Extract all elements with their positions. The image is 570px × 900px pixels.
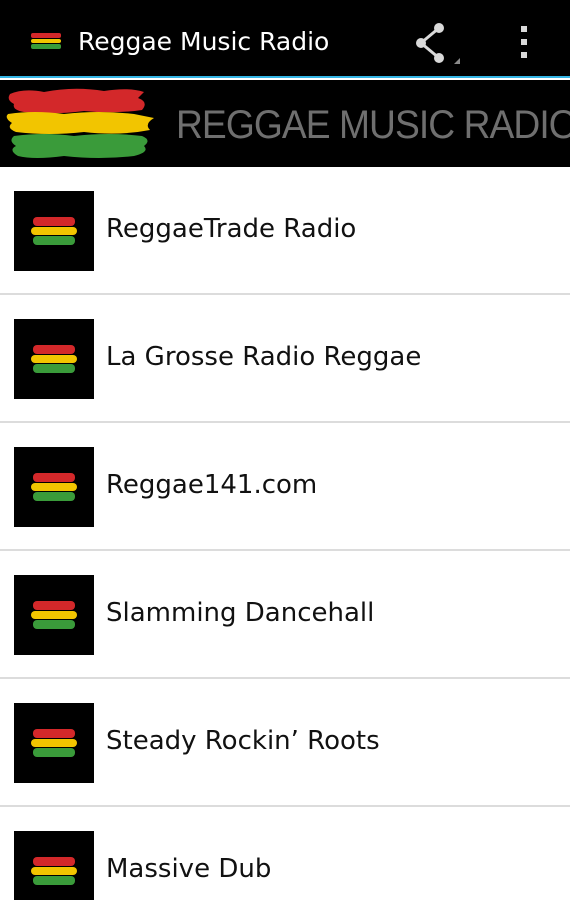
overflow-menu-button[interactable] bbox=[506, 18, 546, 70]
station-name: Steady Rockin’ Roots bbox=[106, 726, 380, 756]
app-title: Reggae Music Radio bbox=[78, 27, 330, 56]
list-item[interactable]: La Grosse Radio Reggae bbox=[0, 295, 570, 423]
list-item[interactable]: ReggaeTrade Radio bbox=[0, 167, 570, 295]
banner-title: REGGAE MUSIC RADIO bbox=[176, 103, 570, 147]
rasta-flag-icon bbox=[31, 729, 77, 757]
list-item[interactable]: Slamming Dancehall bbox=[0, 551, 570, 679]
overflow-menu-icon bbox=[521, 26, 527, 58]
rasta-flag-icon bbox=[31, 473, 77, 501]
station-thumbnail bbox=[14, 447, 94, 527]
station-name: Massive Dub bbox=[106, 854, 272, 884]
share-button[interactable] bbox=[408, 18, 464, 70]
rasta-flag-brush-icon bbox=[6, 88, 154, 158]
station-name: Slamming Dancehall bbox=[106, 598, 375, 628]
list-item[interactable]: Steady Rockin’ Roots bbox=[0, 679, 570, 807]
share-icon bbox=[416, 23, 460, 64]
station-name: ReggaeTrade Radio bbox=[106, 214, 357, 244]
station-thumbnail bbox=[14, 319, 94, 399]
list-item[interactable]: Reggae141.com bbox=[0, 423, 570, 551]
rasta-flag-icon bbox=[31, 345, 77, 373]
station-thumbnail bbox=[14, 703, 94, 783]
rasta-flag-icon bbox=[31, 601, 77, 629]
rasta-flag-icon[interactable] bbox=[30, 32, 62, 50]
station-thumbnail bbox=[14, 575, 94, 655]
station-name: Reggae141.com bbox=[106, 470, 318, 500]
station-thumbnail bbox=[14, 831, 94, 900]
rasta-flag-icon bbox=[31, 857, 77, 885]
station-thumbnail bbox=[14, 191, 94, 271]
action-bar: Reggae Music Radio bbox=[0, 0, 570, 78]
station-name: La Grosse Radio Reggae bbox=[106, 342, 422, 372]
station-list: ReggaeTrade Radio La Grosse Radio Reggae… bbox=[0, 167, 570, 900]
list-item[interactable]: Massive Dub bbox=[0, 807, 570, 900]
rasta-flag-icon bbox=[31, 217, 77, 245]
header-banner: REGGAE MUSIC RADIO bbox=[0, 80, 570, 167]
